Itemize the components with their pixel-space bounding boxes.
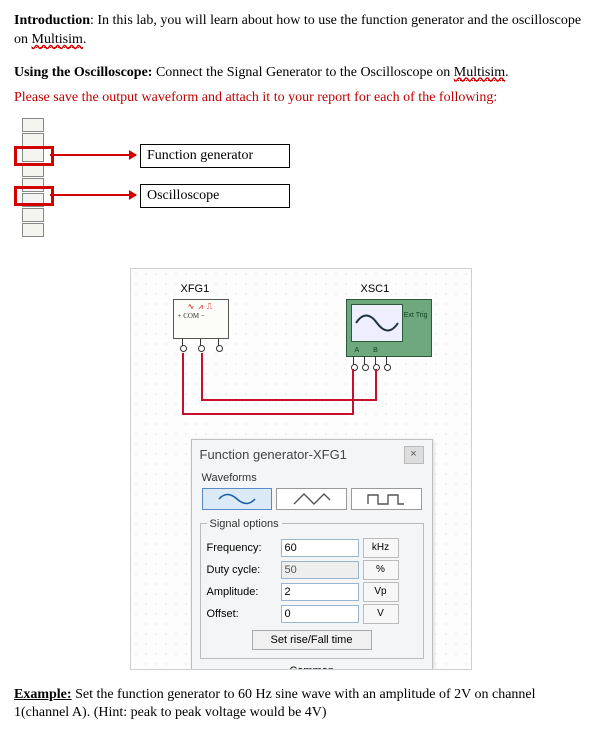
signal-options-legend: Signal options	[207, 518, 282, 530]
offset-input[interactable]	[281, 605, 359, 623]
highlight-oscilloscope	[14, 186, 54, 206]
introduction-text-a: : In this lab, you will learn about how …	[14, 13, 581, 47]
toolbar-callout-figure: Function generator Oscilloscope	[14, 118, 587, 248]
triangle-icon	[292, 492, 332, 506]
introduction-paragraph: Introduction: In this lab, you will lear…	[14, 12, 587, 50]
toolbar-button-2[interactable]	[22, 133, 44, 147]
introduction-text-b: .	[83, 32, 87, 47]
introduction-label: Introduction	[14, 13, 90, 28]
arrow-to-osc-label	[50, 194, 136, 196]
function-generator-dialog: Function generator-XFG1 × Waveforms Sign…	[191, 439, 433, 670]
multisim-instrument-toolbar	[22, 118, 44, 237]
fg-pin-minus[interactable]	[218, 339, 219, 347]
signal-options-fieldset: Signal options Frequency: kHz Duty cycle…	[200, 518, 424, 659]
osc-ext-trig-label: Ext Trig	[404, 312, 428, 319]
fg-plus: +	[178, 312, 182, 320]
sine-wave-icon	[354, 308, 400, 338]
xsc1-label: XSC1	[361, 283, 390, 295]
amplitude-unit[interactable]: Vp	[363, 582, 399, 602]
osc-pin-a-neg[interactable]	[364, 356, 365, 366]
wire-seg-5	[201, 399, 377, 401]
label-box-oscilloscope: Oscilloscope	[140, 184, 290, 208]
fg-pin-plus[interactable]	[182, 339, 183, 347]
duty-cycle-unit: %	[363, 560, 399, 580]
duty-cycle-label: Duty cycle:	[207, 564, 277, 576]
sine-icon	[217, 492, 257, 506]
fg-pin-com[interactable]	[200, 339, 201, 347]
using-text-a: Connect the Signal Generator to the Osci…	[152, 65, 453, 80]
wire-seg-1	[182, 353, 184, 413]
fg-minus: −	[201, 312, 205, 320]
offset-label: Offset:	[207, 608, 277, 620]
oscilloscope-icon[interactable]: Ext Trig AB	[346, 299, 432, 357]
waveforms-label: Waveforms	[192, 472, 432, 484]
waveform-buttons	[192, 484, 432, 518]
osc-screen	[351, 304, 403, 342]
arrow-to-fg-label	[50, 154, 136, 156]
waveform-sine-button[interactable]	[202, 488, 273, 510]
terminal-row: + Common –	[192, 665, 432, 670]
amplitude-input[interactable]	[281, 583, 359, 601]
amplitude-row: Amplitude: Vp	[207, 582, 417, 602]
dialog-title-text: Function generator-XFG1	[200, 447, 347, 462]
osc-channel-b: B	[373, 347, 392, 354]
common-label: Common	[289, 665, 334, 670]
osc-pin-b-neg[interactable]	[386, 356, 387, 366]
osc-pin-a-pos[interactable]	[353, 356, 354, 366]
frequency-unit[interactable]: kHz	[363, 538, 399, 558]
wire-seg-6	[375, 369, 377, 401]
frequency-label: Frequency:	[207, 542, 277, 554]
osc-channel-labels: AB	[355, 347, 392, 354]
dialog-close-button[interactable]: ×	[404, 446, 424, 464]
square-icon	[366, 492, 406, 506]
set-rise-fall-button[interactable]: Set rise/Fall time	[252, 630, 372, 650]
example-label: Example:	[14, 687, 72, 702]
using-oscilloscope-label: Using the Oscilloscope:	[14, 65, 152, 80]
label-box-function-generator: Function generator	[140, 144, 290, 168]
dialog-titlebar: Function generator-XFG1 ×	[192, 440, 432, 470]
fg-com-row: + COM −	[174, 312, 228, 320]
wire-seg-3	[352, 369, 354, 415]
using-text-b: .	[505, 65, 509, 80]
waveform-square-button[interactable]	[351, 488, 422, 510]
toolbar-button-8[interactable]	[22, 223, 44, 237]
wire-seg-2	[182, 413, 354, 415]
fg-pins	[174, 331, 228, 339]
example-paragraph: Example: Set the function generator to 6…	[14, 686, 587, 724]
duty-cycle-row: Duty cycle: %	[207, 560, 417, 580]
multisim-word-1: Multisim	[32, 32, 83, 48]
offset-unit[interactable]: V	[363, 604, 399, 624]
fg-com: COM	[183, 312, 199, 320]
osc-channel-a: A	[355, 347, 374, 354]
frequency-input[interactable]	[281, 539, 359, 557]
amplitude-label: Amplitude:	[207, 586, 277, 598]
wire-seg-4	[201, 353, 203, 399]
duty-cycle-input	[281, 561, 359, 579]
offset-row: Offset: V	[207, 604, 417, 624]
red-instruction: Please save the output waveform and atta…	[14, 89, 587, 108]
toolbar-button-7[interactable]	[22, 208, 44, 222]
frequency-row: Frequency: kHz	[207, 538, 417, 558]
using-oscilloscope-paragraph: Using the Oscilloscope: Connect the Sign…	[14, 64, 587, 83]
toolbar-button-1[interactable]	[22, 118, 44, 132]
osc-pin-b-pos[interactable]	[375, 356, 376, 366]
xfg1-label: XFG1	[181, 283, 210, 295]
multisim-schematic-figure: XFG1 XSC1 ∿ ⩘ ⎍ + COM − Ext Trig AB	[130, 268, 472, 670]
waveform-triangle-button[interactable]	[276, 488, 347, 510]
highlight-function-generator	[14, 146, 54, 166]
function-generator-icon[interactable]: ∿ ⩘ ⎍ + COM −	[173, 299, 229, 339]
multisim-word-2: Multisim	[454, 65, 505, 81]
example-text: Set the function generator to 60 Hz sine…	[14, 687, 536, 721]
fg-waveform-icons: ∿ ⩘ ⎍	[174, 300, 228, 312]
osc-pins	[353, 356, 387, 366]
